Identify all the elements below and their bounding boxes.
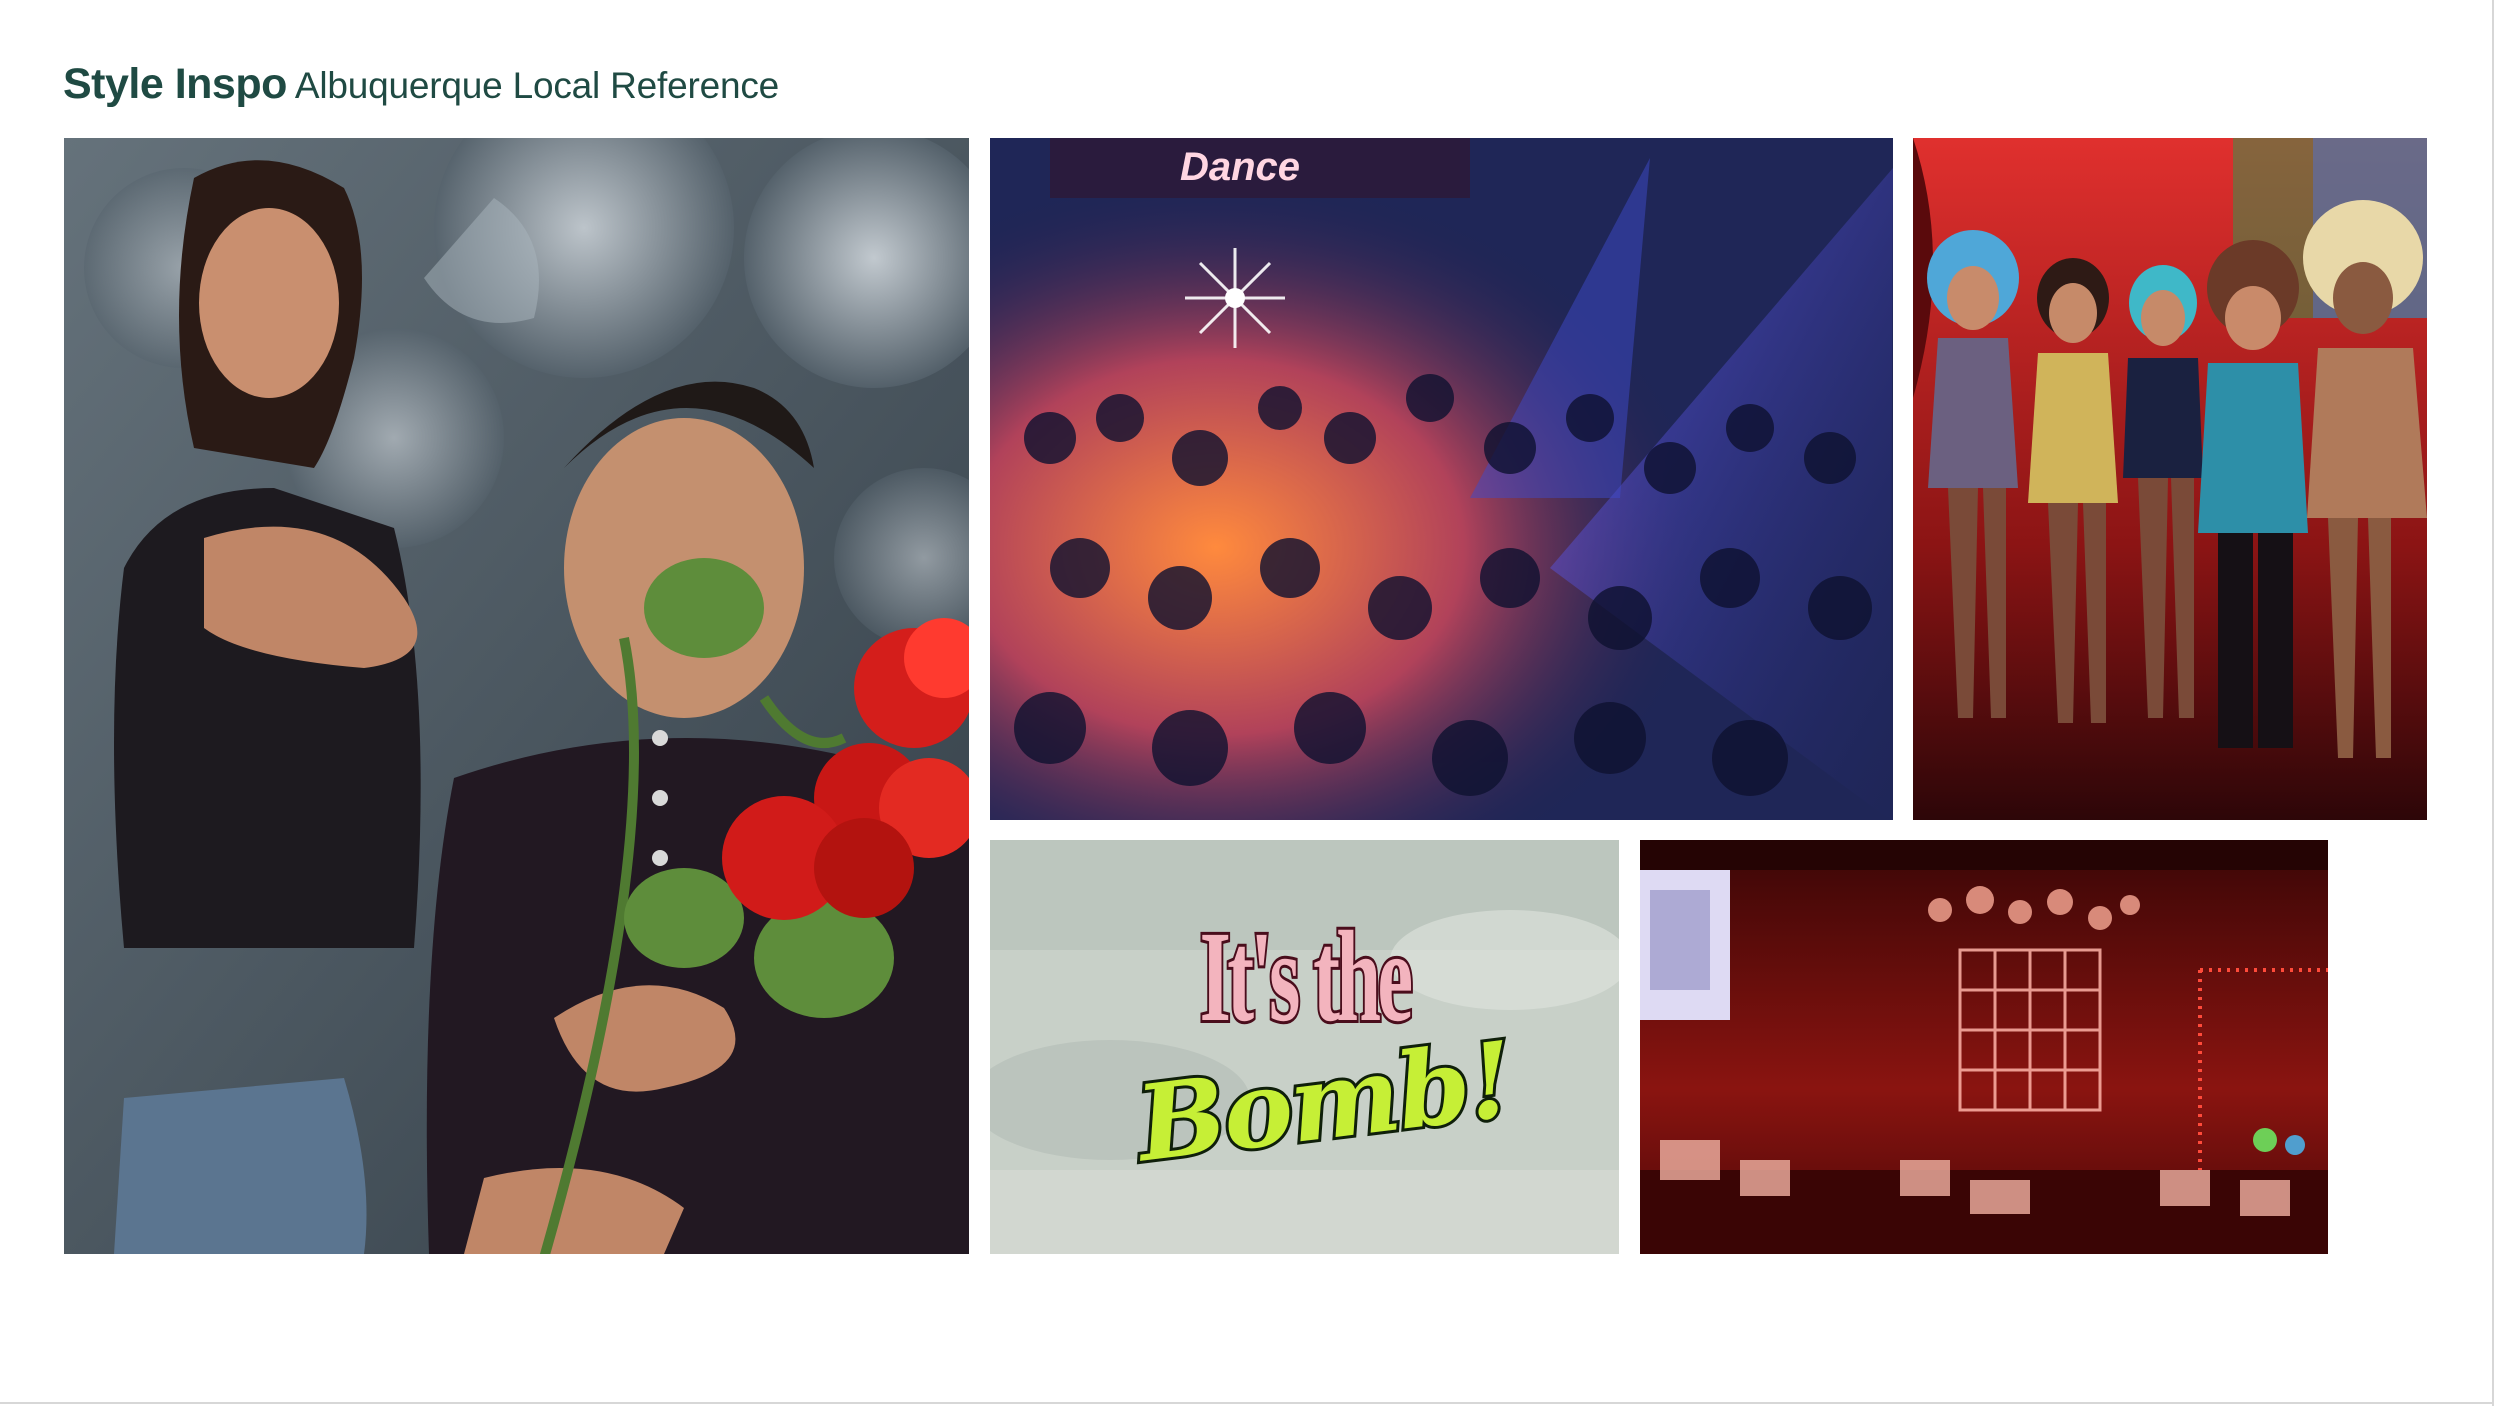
- dance-floor-photo: Dance: [990, 138, 1893, 820]
- dance-floor-art: Dance: [990, 138, 1893, 820]
- couple-with-roses-photo: [64, 138, 969, 1254]
- slide-title-sub: Albuquerque Local Reference: [294, 65, 780, 106]
- dance-sign-text: Dance: [1180, 145, 1300, 189]
- couple-photo-art: [64, 138, 969, 1254]
- slide: Style InspoAlbuquerque Local Reference: [0, 0, 2500, 1406]
- slide-right-edge: [2492, 0, 2494, 1406]
- red-club-interior-photo: [1640, 840, 2328, 1254]
- club-interior-art: [1640, 840, 2328, 1254]
- performers-art: [1913, 138, 2427, 820]
- its-the-bomb-title-card: It's the Bomb!: [990, 840, 1619, 1254]
- drag-performers-photo: [1913, 138, 2427, 820]
- slide-bottom-edge: [0, 1402, 2494, 1404]
- slide-title-strong: Style Inspo: [63, 60, 287, 108]
- slide-title: Style Inspo Albuquerque Local Reference: [63, 60, 779, 116]
